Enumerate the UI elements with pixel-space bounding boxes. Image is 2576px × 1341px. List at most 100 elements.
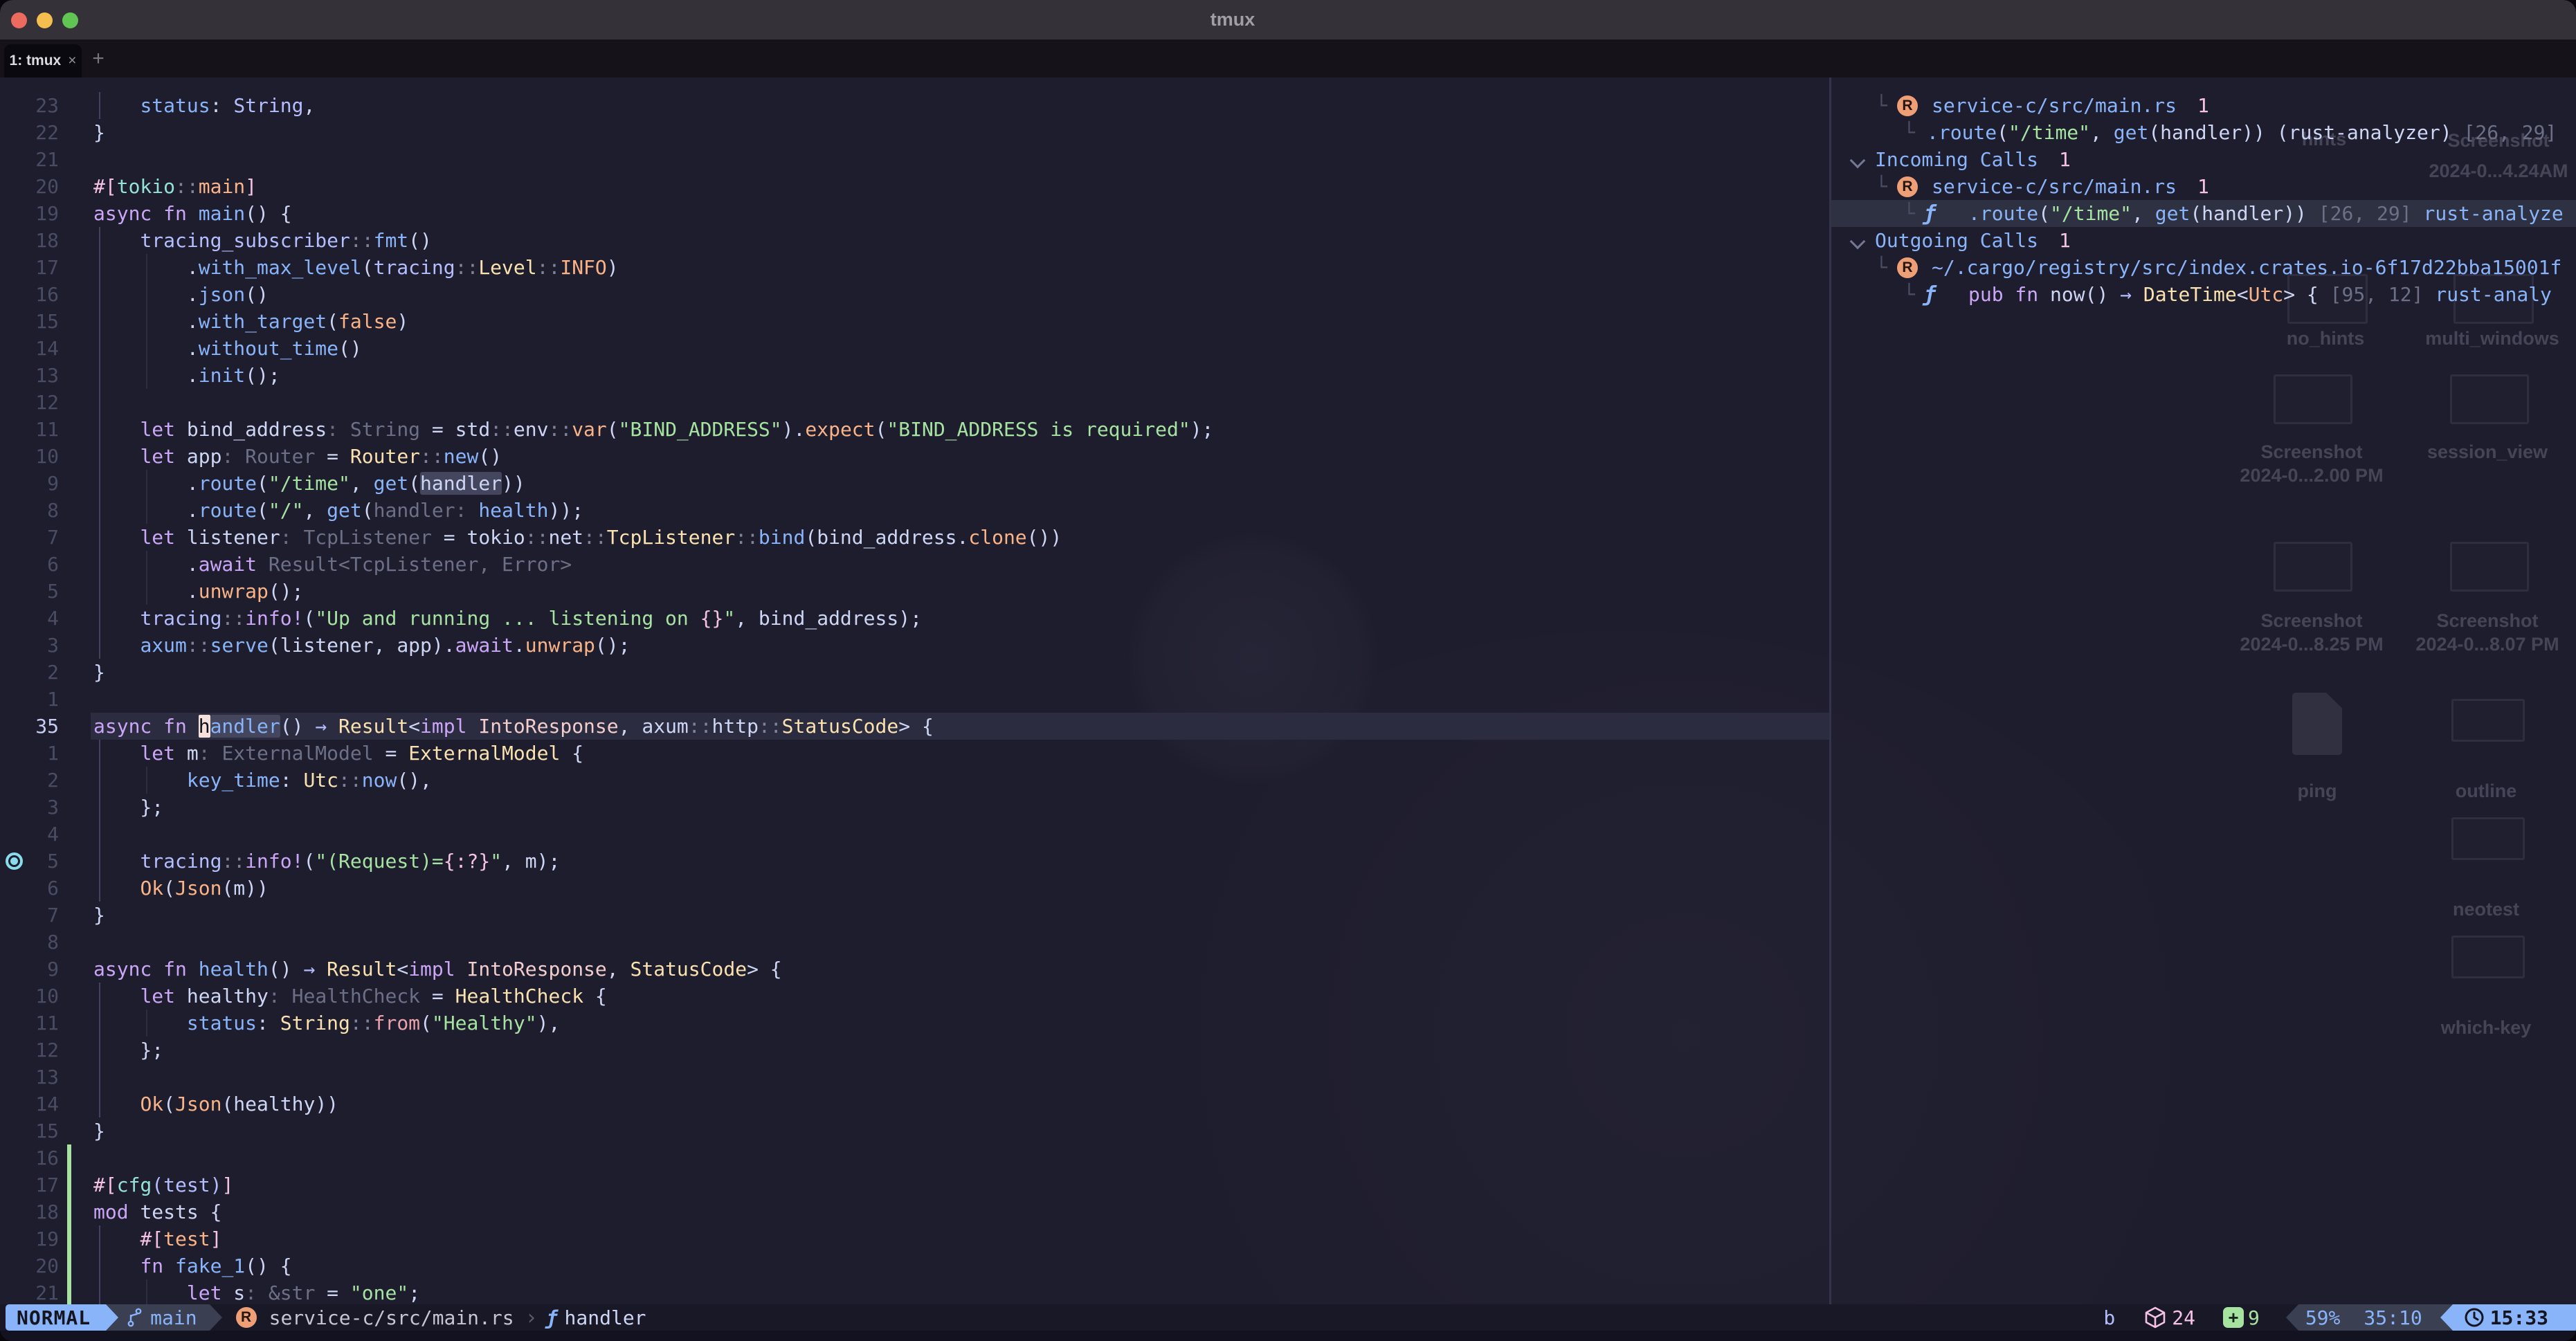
code-line[interactable]: 9async fn health() → Result<impl IntoRes… (0, 956, 1829, 983)
call-hierarchy-panel: └Rservice-c/src/main.rs1└.route("/time",… (1831, 92, 2576, 308)
tab-label: 1: tmux (10, 53, 62, 69)
git-added-count: 9 (2248, 1306, 2260, 1329)
clock-segment: 15:33 (2453, 1304, 2576, 1331)
call-hierarchy-row[interactable]: Incoming Calls1 (1831, 146, 2576, 173)
tab-tmux[interactable]: 1: tmux × (4, 44, 82, 77)
close-window-button[interactable] (11, 12, 27, 28)
code-line[interactable]: 2} (0, 659, 1829, 686)
code-line[interactable]: 14 .without_time() (0, 335, 1829, 362)
line-number: 21 (21, 146, 59, 173)
ghost-screenshot-thumbnail (2274, 374, 2352, 424)
ghost-icon-label: Screenshot (2260, 610, 2362, 632)
line-number: 35 (21, 713, 59, 740)
scroll-percent: 59% (2305, 1306, 2341, 1329)
code-line[interactable]: 18 tracing_subscriber::fmt() (0, 227, 1829, 254)
code-line[interactable]: 16 (0, 1144, 1829, 1171)
code-line[interactable]: 1 let m: ExternalModel = ExternalModel { (0, 740, 1829, 767)
code-line[interactable]: 15} (0, 1118, 1829, 1144)
call-hierarchy-text: .route("/time", get(handler)) (rust-anal… (1927, 119, 2557, 146)
mode-indicator: NORMAL (6, 1304, 106, 1331)
code-line[interactable]: 3 }; (0, 794, 1829, 821)
code-line[interactable]: 12 }; (0, 1037, 1829, 1064)
code-line[interactable]: 21 (0, 146, 1829, 173)
code-line[interactable]: 22} (0, 119, 1829, 146)
line-number: 20 (21, 173, 59, 200)
call-hierarchy-row[interactable]: └.route("/time", get(handler)) (rust-ana… (1831, 119, 2576, 146)
call-hierarchy-text: service-c/src/main.rs1 (1932, 92, 2209, 119)
code-line[interactable]: 20 fn fake_1() { (0, 1252, 1829, 1279)
code-line[interactable]: 13 .init(); (0, 362, 1829, 389)
call-hierarchy-text: service-c/src/main.rs1 (1932, 173, 2209, 200)
code-line[interactable]: 16 .json() (0, 281, 1829, 308)
code-line[interactable]: 7} (0, 902, 1829, 929)
code-line[interactable]: 6 .await Result<TcpListener, Error> (0, 551, 1829, 578)
call-hierarchy-row[interactable]: Outgoing Calls1 (1831, 227, 2576, 254)
code-line[interactable]: 10 let healthy: HealthCheck = HealthChec… (0, 983, 1829, 1010)
code-line[interactable]: 1 (0, 686, 1829, 713)
code-line[interactable]: 19async fn main() { (0, 200, 1829, 227)
line-number: 10 (21, 443, 59, 470)
package-count: 24 (2172, 1306, 2195, 1329)
code-line[interactable]: 18mod tests { (0, 1198, 1829, 1225)
line-number: 11 (21, 1010, 59, 1037)
call-hierarchy-row[interactable]: └R~/.cargo/registry/src/index.crates.io-… (1831, 254, 2576, 281)
line-number: 4 (21, 821, 59, 848)
ghost-icon-label: session_view (2427, 441, 2548, 463)
code-line[interactable]: 4 tracing::info!("Up and running ... lis… (0, 605, 1829, 632)
chevron-down-icon[interactable] (1850, 234, 1866, 250)
register-indicator: b (2103, 1306, 2115, 1329)
line-number: 6 (21, 551, 59, 578)
line-number: 2 (21, 767, 59, 794)
code-line[interactable]: 19 #[test] (0, 1225, 1829, 1252)
code-line[interactable]: 9 .route("/time", get(handler)) (0, 470, 1829, 497)
call-hierarchy-row[interactable]: └ƒpub fn now() → DateTime<Utc> { [95, 12… (1831, 281, 2576, 308)
code-line[interactable]: 5 tracing::info!("(Request)={:?}", m); (0, 848, 1829, 875)
code-line[interactable]: 8 .route("/", get(handler: health)); (0, 497, 1829, 524)
chevron-down-icon[interactable] (1850, 153, 1866, 169)
code-line[interactable]: 21 let s: &str = "one"; (0, 1279, 1829, 1306)
code-line[interactable]: 17#[cfg(test)] (0, 1171, 1829, 1198)
line-number: 5 (21, 848, 59, 875)
code-line[interactable]: 17 .with_max_level(tracing::Level::INFO) (0, 254, 1829, 281)
code-line[interactable]: 13 (0, 1064, 1829, 1091)
ghost-icon-label: no_hints (2287, 328, 2365, 349)
package-icon (2144, 1306, 2166, 1329)
git-added-sign (67, 1225, 71, 1252)
call-hierarchy-row[interactable]: └ƒ.route("/time", get(handler)) [26, 29]… (1831, 200, 2576, 227)
code-line[interactable]: 11 status: String::from("Healthy"), (0, 1010, 1829, 1037)
code-line[interactable]: 35async fn handler() → Result<impl IntoR… (0, 713, 1829, 740)
line-number: 14 (21, 335, 59, 362)
code-line[interactable]: 7 let listener: TcpListener = tokio::net… (0, 524, 1829, 551)
code-line[interactable]: 23 status: String, (0, 92, 1829, 119)
zoom-window-button[interactable] (62, 12, 78, 28)
code-line[interactable]: 5 .unwrap(); (0, 578, 1829, 605)
line-number: 9 (21, 470, 59, 497)
code-line[interactable]: 8 (0, 929, 1829, 956)
code-line[interactable]: 12 (0, 389, 1829, 416)
code-line[interactable]: 2 key_time: Utc::now(), (0, 767, 1829, 794)
call-hierarchy-row[interactable]: └Rservice-c/src/main.rs1 (1831, 92, 2576, 119)
code-line[interactable]: 4 (0, 821, 1829, 848)
line-number: 16 (21, 1144, 59, 1171)
line-number: 22 (21, 119, 59, 146)
code-line[interactable]: 6 Ok(Json(m)) (0, 875, 1829, 902)
line-number: 16 (21, 281, 59, 308)
line-number: 1 (21, 686, 59, 713)
rust-file-icon: R (1897, 95, 1918, 116)
statusline: NORMAL main R service-c/src/main.rs › ƒ … (0, 1304, 2576, 1331)
code-line[interactable]: 3 axum::serve(listener, app).await.unwra… (0, 632, 1829, 659)
code-line[interactable]: 14 Ok(Json(healthy)) (0, 1091, 1829, 1118)
new-tab-button[interactable]: + (83, 40, 114, 77)
terminal-window: tmux 1: tmux × + hintsScreenshot2024-0..… (0, 0, 2576, 1341)
code-line[interactable]: 11 let bind_address: String = std::env::… (0, 416, 1829, 443)
code-line[interactable]: 10 let app: Router = Router::new() (0, 443, 1829, 470)
minimize-window-button[interactable] (37, 12, 53, 28)
call-hierarchy-text: ~/.cargo/registry/src/index.crates.io-6f… (1932, 254, 2561, 281)
call-hierarchy-row[interactable]: └Rservice-c/src/main.rs1 (1831, 173, 2576, 200)
function-icon: ƒ (1923, 200, 1936, 227)
code-line[interactable]: 15 .with_target(false) (0, 308, 1829, 335)
tree-connector: └ (1876, 173, 1887, 200)
close-tab-icon[interactable]: × (68, 53, 76, 69)
line-number: 9 (21, 956, 59, 983)
code-line[interactable]: 20#[tokio::main] (0, 173, 1829, 200)
